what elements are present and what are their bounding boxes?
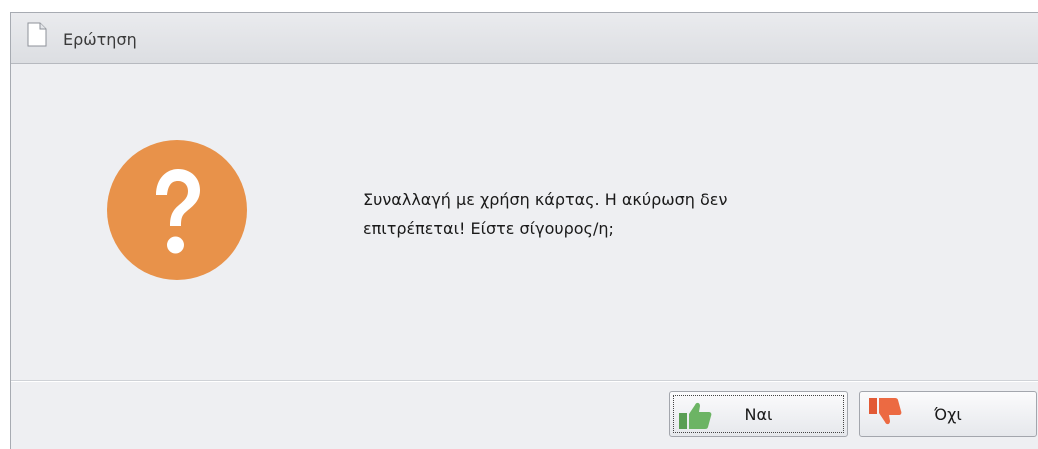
yes-button[interactable]: Ναι (669, 391, 848, 437)
yes-button-label: Ναι (744, 405, 773, 424)
dialog-title: Ερώτηση (63, 30, 137, 49)
no-button[interactable]: Όχι (859, 391, 1037, 437)
question-dialog: Ερώτηση Συναλλαγή με χρήση κάρτας. Η ακύ… (10, 12, 1038, 449)
dialog-message: Συναλλαγή με χρήση κάρτας. Η ακύρωση δεν… (363, 190, 728, 238)
document-icon (27, 22, 47, 47)
no-button-label: Όχι (934, 405, 962, 424)
question-icon (107, 140, 247, 280)
dialog-titlebar: Ερώτηση (11, 13, 1038, 64)
footer-divider (11, 380, 1038, 382)
